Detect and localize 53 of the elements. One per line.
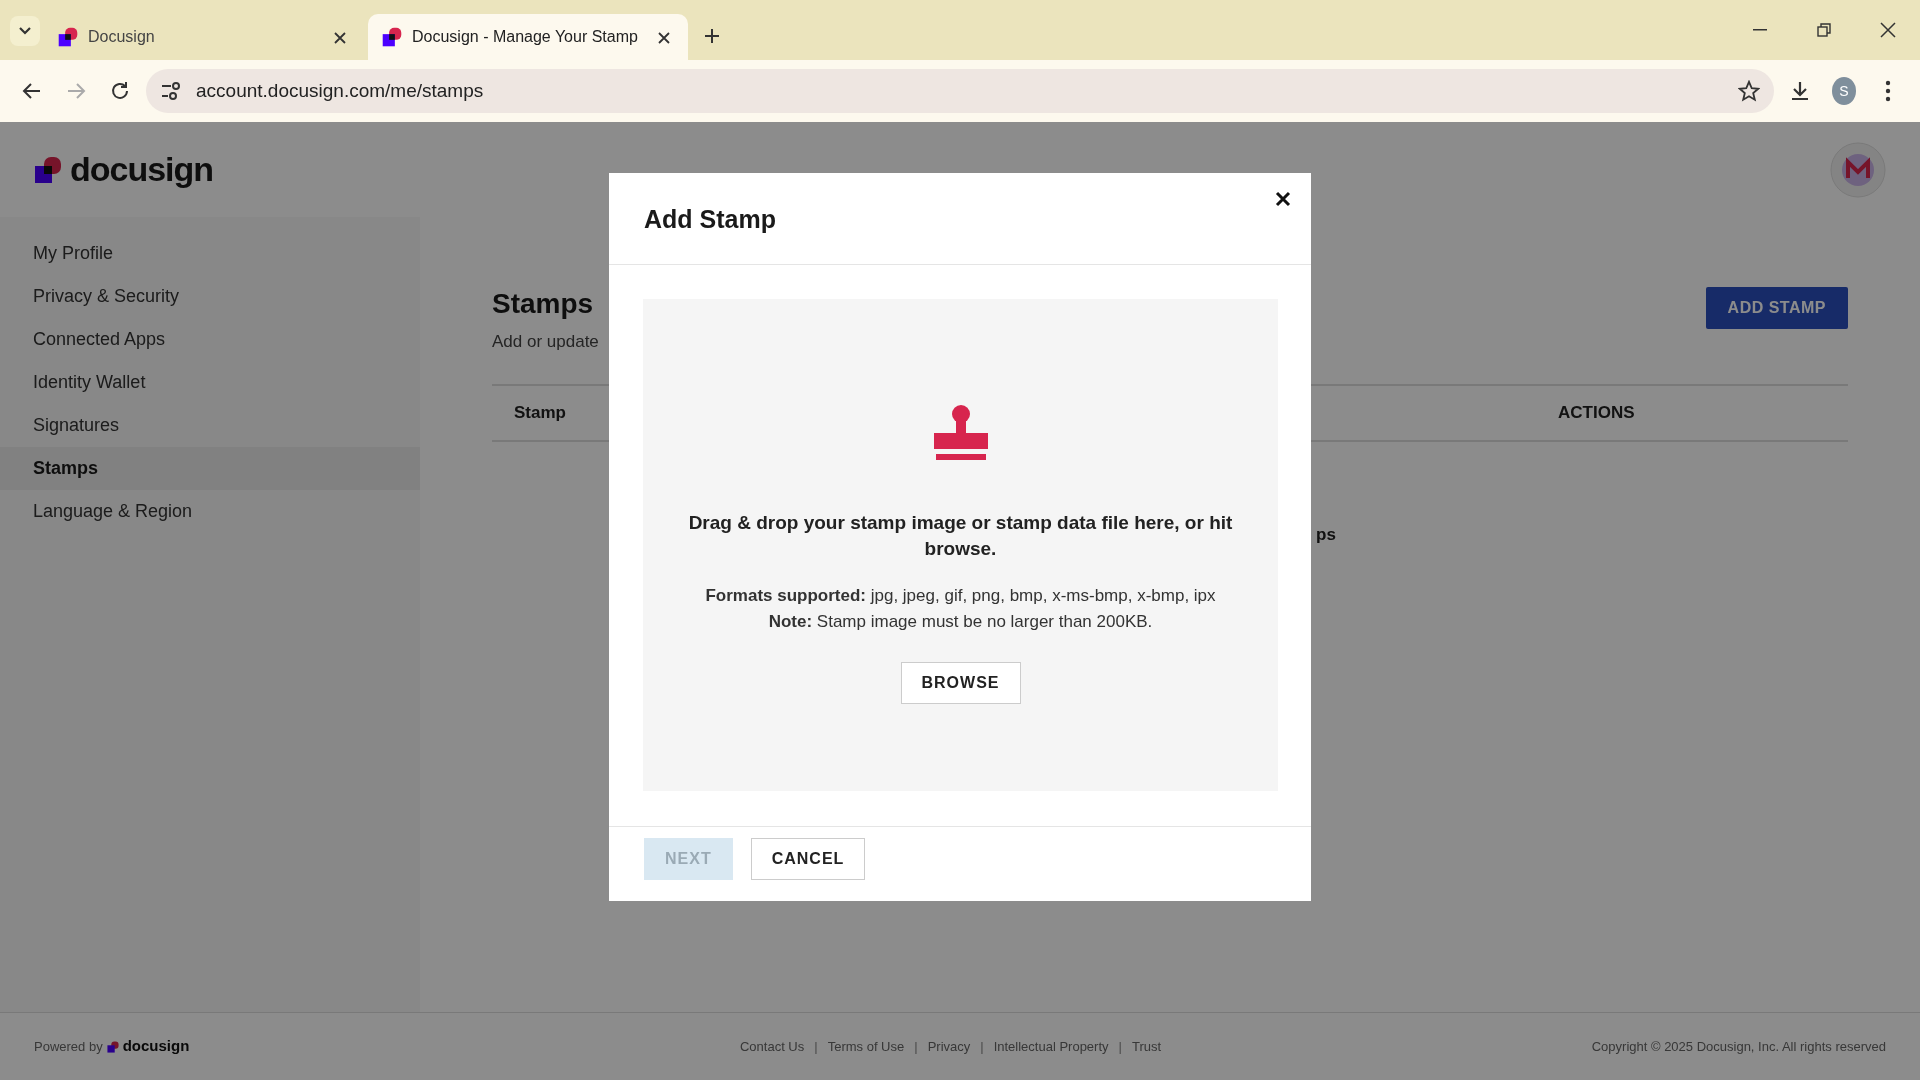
copyright-text: Copyright © 2025 Docusign, Inc. All rights reserved bbox=[1591, 1037, 1886, 1056]
footer-link[interactable]: Intellectual Property bbox=[993, 1036, 1109, 1057]
browse-button[interactable]: BROWSE bbox=[900, 662, 1021, 705]
sidebar-item[interactable]: Stamps bbox=[0, 447, 420, 490]
brand-name: docusign bbox=[122, 1036, 190, 1057]
close-icon bbox=[1880, 22, 1896, 38]
footer-link[interactable]: Contact Us bbox=[739, 1036, 805, 1057]
sidebar-item[interactable]: Connected Apps bbox=[0, 318, 420, 361]
separator: | bbox=[980, 1037, 984, 1056]
note-text: Note: Stamp image must be no larger than 200KB. bbox=[767, 610, 1154, 633]
logo-icon bbox=[34, 155, 62, 184]
column-header: Stamp bbox=[514, 403, 566, 423]
minimize-icon bbox=[1753, 29, 1767, 31]
drop-instructions: Drag & drop your stamp image or stamp data file here, or hit browse. bbox=[687, 511, 1234, 561]
page-subtitle: Add or update bbox=[492, 330, 599, 353]
bookmark-star-icon[interactable] bbox=[1738, 80, 1760, 102]
empty-state-text: ps bbox=[1316, 525, 1336, 545]
powered-by-text: Powered by bbox=[34, 1037, 103, 1056]
footer-link[interactable]: Trust bbox=[1131, 1036, 1162, 1057]
browser-tab[interactable]: Docusign bbox=[44, 14, 364, 60]
separator: | bbox=[1118, 1037, 1122, 1056]
sidebar-item[interactable]: Privacy & Security bbox=[0, 275, 420, 318]
sidebar-item[interactable]: Language & Region bbox=[0, 490, 420, 533]
column-header: ACTIONS bbox=[1558, 403, 1635, 423]
user-avatar[interactable] bbox=[1830, 141, 1886, 198]
restore-icon bbox=[1817, 23, 1831, 37]
favicon-icon bbox=[382, 27, 402, 47]
footer-link[interactable]: Privacy bbox=[927, 1036, 971, 1057]
tab-list-button[interactable] bbox=[10, 16, 40, 46]
site-settings-icon[interactable] bbox=[160, 81, 182, 101]
close-icon bbox=[1275, 191, 1291, 208]
dialog-title: Add Stamp bbox=[644, 203, 776, 234]
menu-icon bbox=[1885, 80, 1891, 102]
logo-icon bbox=[106, 1040, 119, 1053]
address-bar[interactable]: account.docusign.com/me/stamps bbox=[146, 69, 1774, 113]
sidebar-item[interactable]: Signatures bbox=[0, 404, 420, 447]
brand-name: docusign bbox=[70, 149, 214, 190]
favicon-icon bbox=[58, 27, 78, 47]
browser-tab[interactable]: Docusign - Manage Your Stamp bbox=[368, 14, 688, 60]
footer-link[interactable]: Terms of Use bbox=[827, 1036, 905, 1057]
formats-text: Formats supported: jpg, jpeg, gif, png, bmp, x-ms-bmp, x-bmp, ipx bbox=[705, 585, 1216, 608]
url-text: account.docusign.com/me/stamps bbox=[196, 78, 485, 103]
sidebar-item[interactable]: Identity Wallet bbox=[0, 361, 420, 404]
sidebar-item[interactable]: My Profile bbox=[0, 232, 420, 275]
drop-zone[interactable]: Drag & drop your stamp image or stamp data file here, or hit browse. Formats supported: jpg, jpeg, gif, png, bmp, x-ms-bmp, x-bmp, ipx Note: Stamp image must be no larger than 200KB. BROWSE bbox=[643, 299, 1278, 791]
reload-icon bbox=[109, 80, 131, 102]
chevron-down-icon bbox=[18, 26, 32, 36]
page-title: Stamps bbox=[492, 287, 595, 321]
stamp-icon bbox=[931, 404, 990, 462]
separator: | bbox=[914, 1037, 918, 1056]
separator: | bbox=[814, 1037, 818, 1056]
dialog-button[interactable]: CANCEL bbox=[750, 838, 866, 880]
add-stamp-button[interactable]: ADD STAMP bbox=[1705, 287, 1848, 329]
